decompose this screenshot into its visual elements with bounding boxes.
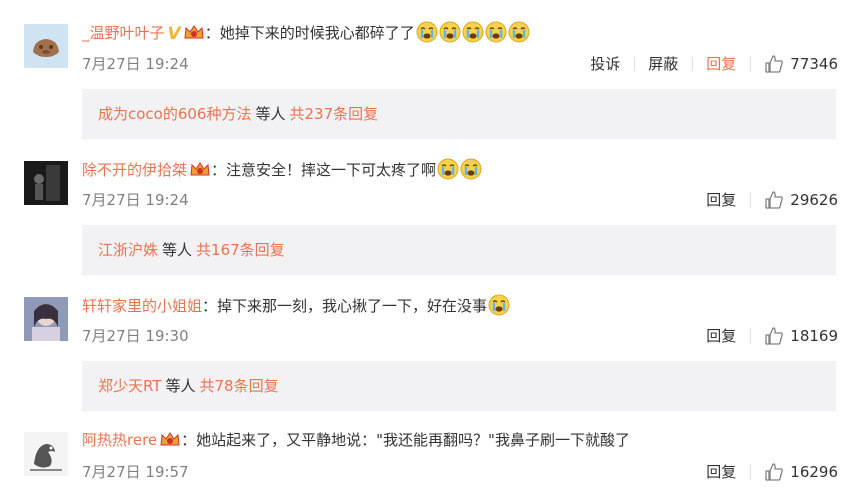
emoji-group — [487, 294, 510, 316]
avatar[interactable] — [24, 161, 68, 205]
reply-button[interactable]: 回复 — [692, 460, 750, 484]
sub-reply-total[interactable]: 共237条回复 — [290, 105, 379, 123]
sub-reply-user[interactable]: 郑少天RT — [98, 377, 162, 395]
sub-replies[interactable]: 郑少天RT 等人 共78条回复 — [82, 361, 836, 411]
member-crown-icon — [189, 160, 211, 178]
crying-face-icon — [439, 21, 461, 43]
username[interactable]: 阿热热rere — [82, 431, 157, 449]
thumbs-up-icon — [765, 327, 784, 345]
reply-button[interactable]: 回复 — [692, 324, 750, 348]
like-button[interactable]: 77346 — [750, 52, 838, 76]
sub-reply-user[interactable]: 江浙沪姝 — [98, 241, 158, 259]
username[interactable]: 轩轩家里的小姐姐 — [82, 297, 202, 315]
avatar[interactable] — [24, 24, 68, 68]
report-button[interactable]: 投诉 — [576, 52, 634, 76]
crying-face-icon — [437, 158, 459, 180]
like-count: 29626 — [790, 191, 838, 209]
avatar[interactable] — [24, 297, 68, 341]
crying-face-icon — [508, 21, 530, 43]
crying-face-icon — [462, 21, 484, 43]
sub-reply-total[interactable]: 共78条回复 — [200, 377, 279, 395]
sub-reply-total[interactable]: 共167条回复 — [196, 241, 285, 259]
thumbs-up-icon — [765, 55, 784, 73]
timestamp: 7月27日 19:30 — [82, 327, 189, 345]
username[interactable]: _温野叶叶子 — [82, 24, 165, 42]
crying-face-icon — [485, 21, 507, 43]
sub-replies[interactable]: 成为coco的606种方法 等人 共237条回复 — [82, 89, 836, 139]
verified-icon: V — [167, 24, 181, 44]
timestamp: 7月27日 19:57 — [82, 463, 189, 481]
comment-text: 她掉下来的时候我心都碎了了 — [219, 24, 415, 42]
thumbs-up-icon — [765, 463, 784, 481]
like-count: 16296 — [790, 463, 838, 481]
member-crown-icon — [183, 23, 205, 41]
like-button[interactable]: 29626 — [750, 188, 838, 212]
username[interactable]: 除不开的伊拾桀 — [82, 161, 187, 179]
like-button[interactable]: 16296 — [750, 460, 838, 484]
comment-text: 她站起来了，又平静地说："我还能再翻吗？"我鼻子刷一下就酸了 — [196, 431, 630, 449]
sub-reply-user[interactable]: 成为coco的606种方法 — [98, 105, 251, 123]
comment-text: 注意安全！摔这一下可太疼了啊 — [226, 161, 437, 179]
crying-face-icon — [488, 294, 510, 316]
member-crown-icon — [159, 430, 181, 448]
timestamp: 7月27日 19:24 — [82, 191, 189, 209]
comment-text: 掉下来那一刻，我心揪了一下，好在没事 — [217, 297, 488, 315]
timestamp: 7月27日 19:24 — [82, 55, 189, 73]
emoji-group — [436, 158, 482, 180]
block-button[interactable]: 屏蔽 — [634, 52, 692, 76]
like-count: 18169 — [790, 327, 838, 345]
avatar[interactable] — [24, 432, 68, 476]
like-button[interactable]: 18169 — [750, 324, 838, 348]
thumbs-up-icon — [765, 191, 784, 209]
reply-button[interactable]: 回复 — [692, 188, 750, 212]
sub-replies[interactable]: 江浙沪姝 等人 共167条回复 — [82, 225, 836, 275]
reply-button[interactable]: 回复 — [692, 52, 750, 76]
emoji-group — [415, 21, 530, 43]
crying-face-icon — [460, 158, 482, 180]
crying-face-icon — [416, 21, 438, 43]
like-count: 77346 — [790, 55, 838, 73]
